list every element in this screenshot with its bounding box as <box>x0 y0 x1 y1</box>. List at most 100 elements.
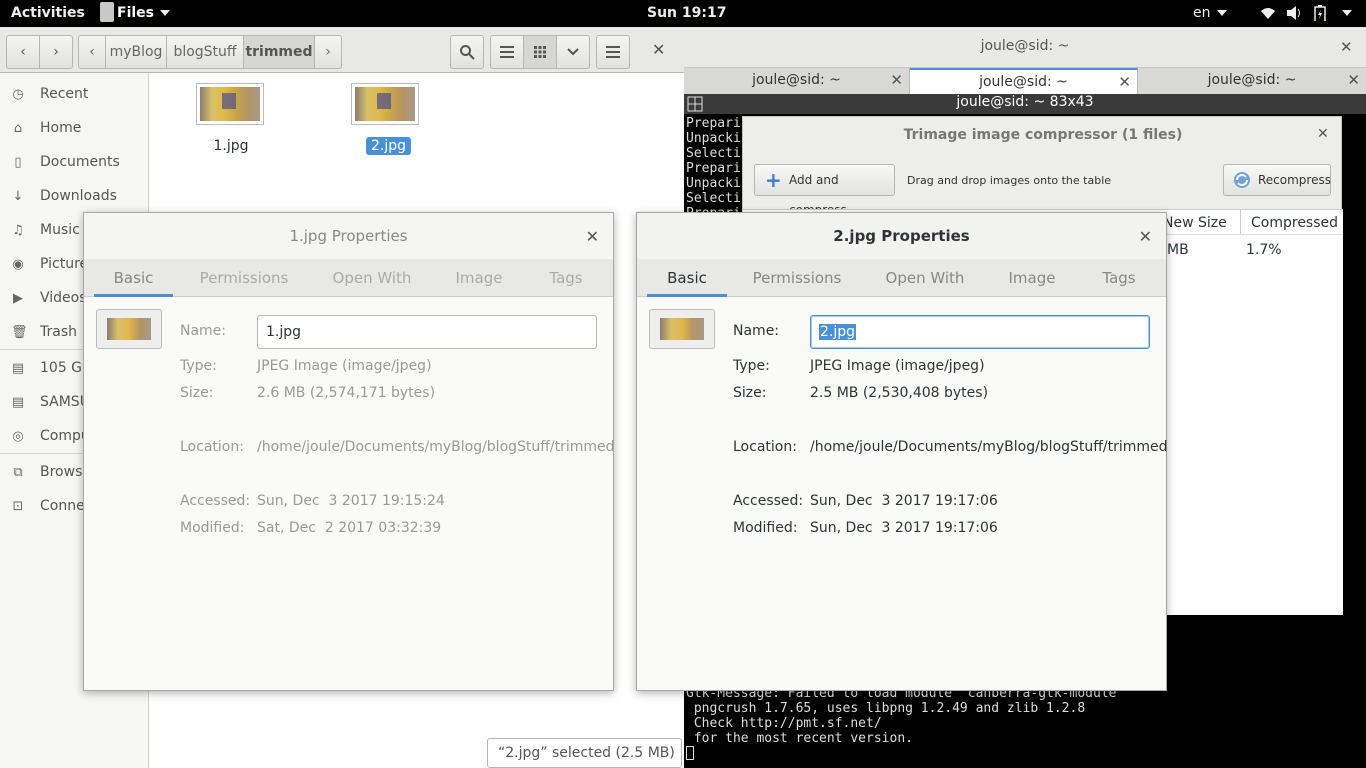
modified-label: Modified: <box>180 520 245 536</box>
grid-view-button[interactable] <box>523 35 557 69</box>
file-item-1jpg[interactable]: 1.jpg <box>196 83 268 154</box>
tab-permissions[interactable]: Permissions <box>747 259 847 297</box>
language-menu[interactable]: en <box>1193 5 1227 21</box>
close-icon[interactable]: ✕ <box>1347 68 1360 92</box>
dialog-tabs: Basic Permissions Open With Image Tags <box>84 259 613 297</box>
type-value: JPEG Image (image/jpeg) <box>257 358 432 374</box>
drive-icon: ▤ <box>11 361 25 376</box>
breadcrumb-trimmed[interactable]: trimmed <box>243 35 315 69</box>
terminal-tab-active[interactable]: joule@sid: ~ ✕ <box>910 68 1138 94</box>
file-preview-icon <box>649 309 715 349</box>
file-name-selected: 2.jpg <box>366 137 412 155</box>
search-button[interactable] <box>450 35 484 69</box>
selection-status: “2.jpg” selected (2.5 MB) <box>487 738 682 768</box>
sidebar-item-recent[interactable]: ◷ Recent <box>0 80 149 110</box>
drag-drop-hint: Drag and drop images onto the table <box>907 174 1112 187</box>
close-icon[interactable]: ✕ <box>1118 70 1131 94</box>
type-label: Type: <box>180 358 217 374</box>
chevron-down-icon <box>160 10 170 16</box>
terminal-line: Unpacki <box>686 176 741 191</box>
terminal-line: Selecti <box>686 191 741 206</box>
tab-image[interactable]: Image <box>444 259 514 297</box>
back-button[interactable]: ‹ <box>6 35 40 69</box>
column-header-new-size[interactable]: New Size <box>1163 215 1227 231</box>
terminal-line: Check http://pmt.sf.net/ <box>686 716 882 731</box>
close-icon[interactable]: ✕ <box>1139 227 1152 246</box>
path-scroll-left-button[interactable]: ‹ <box>78 35 106 69</box>
tab-open-with[interactable]: Open With <box>324 259 420 297</box>
terminal-title: joule@sid: ~ <box>980 38 1070 54</box>
close-icon[interactable]: ✕ <box>1340 38 1353 56</box>
size-value: 2.6 MB (2,574,171 bytes) <box>257 385 436 401</box>
sidebar-item-label: Documents <box>40 154 120 170</box>
terminal-cursor <box>686 746 694 760</box>
terminal-line: Prepari <box>686 116 741 131</box>
close-icon[interactable]: ✕ <box>652 40 665 59</box>
column-header-compressed[interactable]: Compressed <box>1251 215 1338 231</box>
terminal-tabs: joule@sid: ~ ✕ joule@sid: ~ ✕ joule@sid: ~… <box>684 68 1366 94</box>
close-icon[interactable]: ✕ <box>1317 126 1329 142</box>
network-icon: ⧉ <box>13 465 23 480</box>
chevron-down-icon <box>1342 10 1352 16</box>
close-icon[interactable]: ✕ <box>890 68 903 92</box>
terminal-tab[interactable]: joule@sid: ~ ✕ <box>684 68 910 94</box>
terminal-titlebar: joule@sid: ~ ✕ <box>684 27 1366 68</box>
tab-image[interactable]: Image <box>997 259 1067 297</box>
column-divider <box>1240 210 1241 234</box>
chevron-down-icon <box>567 48 579 56</box>
name-field[interactable]: 2.jpg <box>810 315 1150 349</box>
path-scroll-right-button[interactable]: › <box>314 35 342 69</box>
forward-button[interactable]: › <box>39 35 73 69</box>
volume-icon <box>1287 6 1300 20</box>
tab-label: joule@sid: ~ <box>979 74 1068 90</box>
top-bar: Activities Files Sun 19:17 en <box>0 0 1366 27</box>
hamburger-icon <box>606 46 620 58</box>
video-icon: ▶ <box>13 291 23 306</box>
sidebar-item-label: Downloads <box>40 188 117 204</box>
tab-basic[interactable]: Basic <box>647 259 727 297</box>
cell-new-size: MB <box>1167 242 1189 258</box>
app-menu[interactable]: Files <box>100 0 172 27</box>
location-value[interactable]: /home/joule/Documents/myBlog/blogStuff/t… <box>257 439 615 455</box>
tab-tags[interactable]: Tags <box>534 259 598 297</box>
tab-tags[interactable]: Tags <box>1087 259 1151 297</box>
sidebar-item-downloads[interactable]: ↓ Downloads <box>0 182 149 212</box>
menu-button[interactable] <box>596 35 630 69</box>
breadcrumb-myblog[interactable]: myBlog <box>105 35 167 69</box>
tab-label: joule@sid: ~ <box>752 72 841 88</box>
recompress-button[interactable]: Recompress <box>1223 164 1331 196</box>
accessed-label: Accessed: <box>733 493 804 509</box>
tab-basic[interactable]: Basic <box>94 259 173 297</box>
sidebar-item-label: Recent <box>40 86 89 102</box>
file-item-2jpg[interactable]: 2.jpg <box>351 83 423 155</box>
tab-permissions[interactable]: Permissions <box>194 259 294 297</box>
terminal-subtitle-bar: joule@sid: ~ 83x43 <box>684 94 1366 114</box>
tab-open-with[interactable]: Open With <box>877 259 973 297</box>
plus-icon: + <box>765 168 782 192</box>
sidebar-item-documents[interactable]: ▯ Documents <box>0 148 149 178</box>
sidebar-item-home[interactable]: ⌂ Home <box>0 114 149 144</box>
list-icon <box>500 46 514 58</box>
modified-value: Sun, Dec 3 2017 19:17:06 <box>810 520 998 536</box>
file-preview-icon <box>96 309 162 349</box>
clock[interactable]: Sun 19:17 <box>647 5 726 21</box>
view-options-button[interactable] <box>556 35 590 69</box>
sidebar-item-label: Home <box>40 120 82 136</box>
add-and-compress-button[interactable]: + Add and compress <box>754 164 895 217</box>
name-field[interactable]: 1.jpg <box>257 315 597 349</box>
app-menu-label: Files <box>117 5 154 21</box>
size-value: 2.5 MB (2,530,408 bytes) <box>810 385 989 401</box>
system-menu[interactable] <box>1256 3 1356 23</box>
language-label: en <box>1193 5 1211 21</box>
drive-icon: ▤ <box>11 395 25 410</box>
dialog-title: 1.jpg Properties <box>84 213 613 259</box>
dialog-tabs: Basic Permissions Open With Image Tags <box>637 259 1166 297</box>
terminal-size: joule@sid: ~ 83x43 <box>956 94 1094 110</box>
close-icon[interactable]: ✕ <box>586 227 599 246</box>
terminal-tab[interactable]: joule@sid: ~ ✕ <box>1138 68 1366 94</box>
breadcrumb-blogstuff[interactable]: blogStuff <box>166 35 244 69</box>
camera-icon: ◉ <box>12 257 24 272</box>
list-view-button[interactable] <box>490 35 524 69</box>
location-value[interactable]: /home/joule/Documents/myBlog/blogStuff/t… <box>810 439 1168 455</box>
activities-button[interactable]: Activities <box>11 5 85 21</box>
